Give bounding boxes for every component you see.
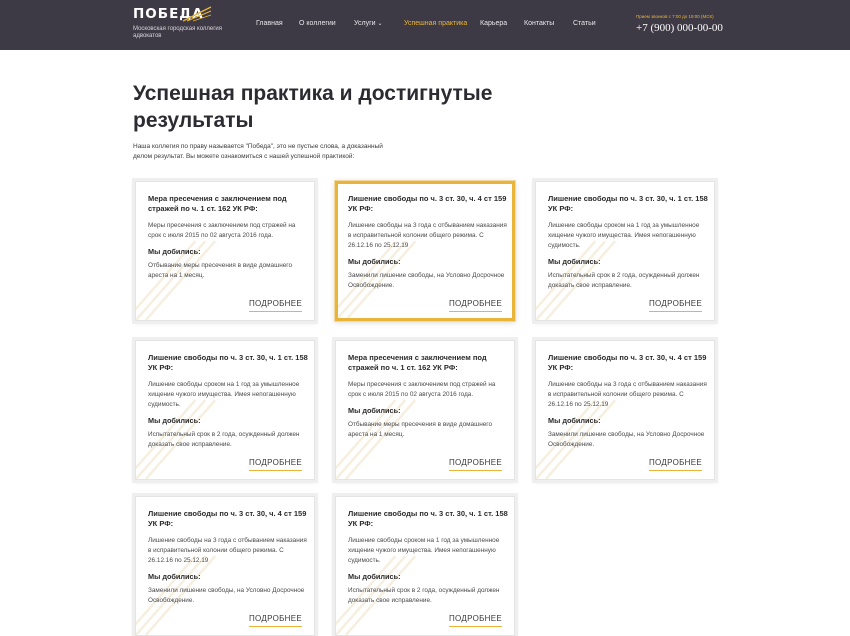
more-link[interactable]: ПОДРОБНЕЕ [249, 614, 302, 627]
nav-item-about[interactable]: О коллегии [299, 20, 336, 27]
more-link-label: ПОДРОБНЕЕ [449, 458, 502, 467]
card-result: Заменили лишение свободы, на Условно Дос… [148, 587, 305, 604]
card-title: Лишение свободы по ч. 3 ст. 30, ч. 1 ст.… [548, 194, 708, 213]
practice-card[interactable]: Мера пресечения с заключением под страже… [335, 340, 515, 480]
more-link-underline [449, 311, 502, 312]
logo-subtitle: Московская городская коллегия адвокатов [133, 26, 223, 39]
more-link-underline [649, 470, 702, 471]
card-result: Испытательный срок в 2 года, осужденный … [548, 272, 700, 289]
nav-item-contacts[interactable]: Контакты [524, 20, 554, 27]
card-result: Заменили лишение свободы, на Условно Дос… [348, 272, 505, 289]
card-title: Лишение свободы по ч. 3 ст. 30, ч. 4 ст … [548, 353, 707, 372]
card-result-heading: Мы добились: [148, 572, 201, 581]
card-description: Лишение свободы на 3 года с отбыванием н… [348, 222, 507, 249]
card-result: Отбывание меры пресечения в виде домашне… [348, 421, 493, 438]
more-link-underline [449, 626, 502, 627]
nav-item-practice[interactable]: Успешная практика [404, 20, 467, 27]
practice-card[interactable]: Лишение свободы по ч. 3 ст. 30, ч. 4 ст … [535, 340, 715, 480]
practice-card[interactable]: Лишение свободы по ч. 3 ст. 30, ч. 4 ст … [135, 496, 315, 636]
practice-card[interactable]: Лишение свободы по ч. 3 ст. 30, ч. 1 ст.… [535, 181, 715, 321]
card-description: Лишение свободы на 3 года с отбыванием н… [148, 537, 307, 564]
more-link[interactable]: ПОДРОБНЕЕ [449, 299, 502, 312]
more-link[interactable]: ПОДРОБНЕЕ [649, 299, 702, 312]
card-body: Лишение свободы по ч. 3 ст. 30, ч. 1 ст.… [548, 194, 708, 291]
card-title: Лишение свободы по ч. 3 ст. 30, ч. 4 ст … [348, 194, 507, 213]
practice-card[interactable]: Лишение свободы по ч. 3 ст. 30, ч. 1 ст.… [135, 340, 315, 480]
card-body: Мера пресечения с заключением под страже… [148, 194, 308, 281]
phone-number[interactable]: +7 (900) 000-00-00 [636, 22, 723, 34]
card-result-heading: Мы добились: [548, 416, 601, 425]
practice-card[interactable]: Лишение свободы по ч. 3 ст. 30, ч. 4 ст … [335, 181, 515, 321]
practice-card[interactable]: Лишение свободы по ч. 3 ст. 30, ч. 1 ст.… [335, 496, 515, 636]
logo-mark: ПОБЕДА [133, 5, 223, 23]
more-link-underline [249, 626, 302, 627]
more-link-label: ПОДРОБНЕЕ [249, 614, 302, 623]
card-result-heading: Мы добились: [148, 247, 201, 256]
card-title: Лишение свободы по ч. 3 ст. 30, ч. 1 ст.… [348, 509, 508, 528]
practice-card[interactable]: Мера пресечения с заключением под страже… [135, 181, 315, 321]
card-title: Мера пресечения с заключением под страже… [348, 353, 487, 372]
card-body: Лишение свободы по ч. 3 ст. 30, ч. 1 ст.… [348, 509, 508, 606]
nav-item-career[interactable]: Карьера [480, 20, 507, 27]
card-body: Мера пресечения с заключением под страже… [348, 353, 508, 440]
card-description: Лишение свободы сроком на 1 год за умышл… [348, 537, 500, 564]
more-link-label: ПОДРОБНЕЕ [449, 299, 502, 308]
card-title: Лишение свободы по ч. 3 ст. 30, ч. 4 ст … [148, 509, 307, 528]
more-link[interactable]: ПОДРОБНЕЕ [449, 458, 502, 471]
card-description: Меры пресечения с заключением под страже… [148, 222, 296, 239]
nav-item-services[interactable]: Услуги ⌄ [354, 20, 383, 27]
call-hours: Прием звонков с 7:00 до 19:00 (МСК) [636, 14, 714, 19]
nav-item-services-label: Услуги [354, 20, 376, 27]
page-title: Успешная практика и достигнутые результа… [133, 82, 493, 132]
card-result-heading: Мы добились: [348, 406, 401, 415]
card-result: Испытательный срок в 2 года, осужденный … [148, 431, 300, 448]
more-link[interactable]: ПОДРОБНЕЕ [649, 458, 702, 471]
card-title: Лишение свободы по ч. 3 ст. 30, ч. 1 ст.… [148, 353, 308, 372]
logo[interactable]: ПОБЕДА Московская городская коллегия адв… [133, 5, 223, 40]
more-link-underline [449, 470, 502, 471]
card-body: Лишение свободы по ч. 3 ст. 30, ч. 4 ст … [548, 353, 708, 450]
more-link-label: ПОДРОБНЕЕ [649, 458, 702, 467]
more-link[interactable]: ПОДРОБНЕЕ [249, 458, 302, 471]
card-result-heading: Мы добились: [148, 416, 201, 425]
card-description: Лишение свободы сроком на 1 год за умышл… [148, 381, 300, 408]
more-link-label: ПОДРОБНЕЕ [449, 614, 502, 623]
logo-swoosh-icon [183, 6, 212, 22]
more-link-label: ПОДРОБНЕЕ [249, 458, 302, 467]
card-title: Мера пресечения с заключением под страже… [148, 194, 287, 213]
card-result-heading: Мы добились: [348, 572, 401, 581]
more-link[interactable]: ПОДРОБНЕЕ [449, 614, 502, 627]
more-link-label: ПОДРОБНЕЕ [649, 299, 702, 308]
site-header: ПОБЕДА Московская городская коллегия адв… [0, 0, 850, 50]
card-result-heading: Мы добились: [348, 257, 401, 266]
chevron-down-icon: ⌄ [377, 21, 383, 27]
more-link-underline [249, 311, 302, 312]
card-description: Лишение свободы на 3 года с отбыванием н… [548, 381, 707, 408]
card-result-heading: Мы добились: [548, 257, 601, 266]
card-result: Испытательный срок в 2 года, осужденный … [348, 587, 500, 604]
card-body: Лишение свободы по ч. 3 ст. 30, ч. 4 ст … [148, 509, 308, 606]
nav-item-home[interactable]: Главная [256, 20, 283, 27]
card-result: Отбывание меры пресечения в виде домашне… [148, 262, 293, 279]
more-link-label: ПОДРОБНЕЕ [249, 299, 302, 308]
nav-item-articles[interactable]: Статьи [573, 20, 596, 27]
card-description: Лишение свободы сроком на 1 год за умышл… [548, 222, 700, 249]
more-link-underline [249, 470, 302, 471]
more-link-underline [649, 311, 702, 312]
card-body: Лишение свободы по ч. 3 ст. 30, ч. 1 ст.… [148, 353, 308, 450]
card-result: Заменили лишение свободы, на Условно Дос… [548, 431, 705, 448]
card-description: Меры пресечения с заключением под страже… [348, 381, 496, 398]
card-body: Лишение свободы по ч. 3 ст. 30, ч. 4 ст … [348, 194, 508, 291]
page-intro: Наша коллегия по праву называется "Побед… [133, 143, 383, 160]
more-link[interactable]: ПОДРОБНЕЕ [249, 299, 302, 312]
